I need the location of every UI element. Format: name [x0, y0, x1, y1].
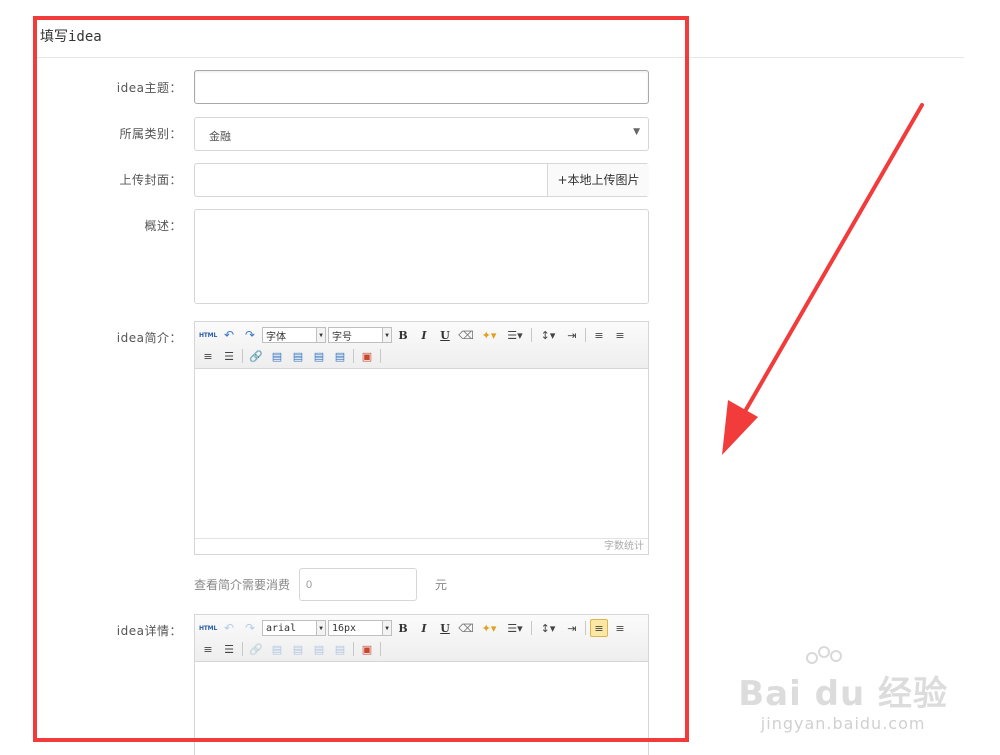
- annotation-arrow-icon: [722, 103, 924, 455]
- watermark-url: jingyan.baidu.com: [760, 714, 926, 733]
- paw-logo-icon: [806, 646, 843, 664]
- baidu-jingyan-watermark: Bai du 经验 jingyan.baidu.com: [738, 646, 948, 733]
- annotation-frame: [33, 16, 689, 742]
